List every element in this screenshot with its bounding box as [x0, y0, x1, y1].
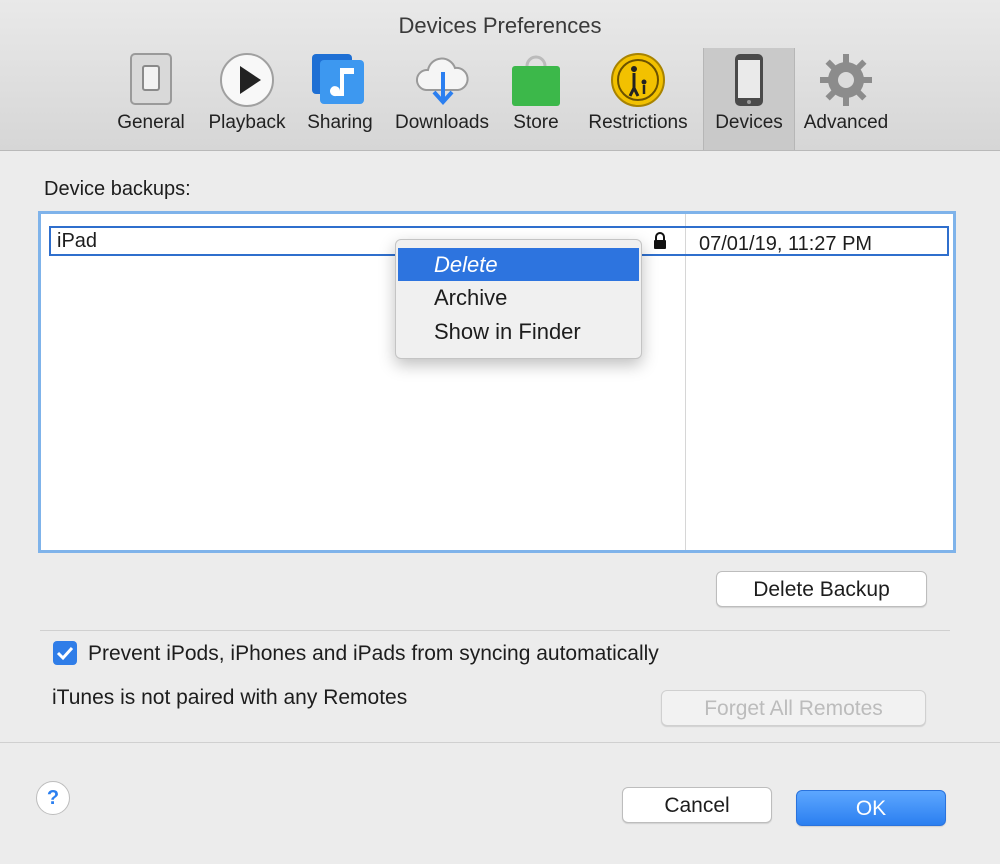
parental-icon	[611, 53, 665, 107]
menu-item-show-in-finder[interactable]: Show in Finder	[398, 315, 639, 348]
general-switch-icon	[130, 53, 172, 105]
cloud-download-icon	[416, 57, 469, 105]
phone-icon	[735, 54, 763, 106]
tab-devices[interactable]: Devices	[703, 48, 795, 150]
tab-downloads[interactable]: Downloads	[388, 48, 496, 150]
device-backups-label: Device backups:	[44, 178, 191, 200]
play-icon	[220, 53, 274, 107]
tab-store[interactable]: Store	[505, 48, 567, 150]
tab-sharing[interactable]: Sharing	[299, 48, 381, 150]
checkmark-icon	[56, 646, 74, 661]
tab-label: Advanced	[803, 112, 889, 133]
gear-icon	[820, 54, 872, 106]
forget-all-remotes-button[interactable]: Forget All Remotes	[661, 690, 926, 726]
tab-label: Downloads	[395, 112, 489, 133]
tab-label: Restrictions	[588, 112, 688, 133]
tab-playback[interactable]: Playback	[201, 48, 293, 150]
context-menu: Delete Archive Show in Finder	[395, 239, 642, 359]
tab-restrictions[interactable]: Restrictions	[579, 48, 697, 150]
title-bar: Devices Preferences General Playback Sha…	[0, 0, 1000, 151]
column-divider	[685, 214, 686, 550]
tab-label: General	[117, 112, 185, 133]
menu-item-delete[interactable]: Delete	[398, 248, 639, 281]
lock-icon	[654, 232, 666, 249]
ok-button[interactable]: OK	[796, 790, 946, 826]
remotes-status: iTunes is not paired with any Remotes	[52, 686, 408, 709]
preferences-toolbar: General Playback Sharing Downloads Store…	[105, 48, 905, 150]
section-divider	[40, 630, 950, 631]
prevent-sync-checkbox[interactable]	[53, 641, 77, 665]
tab-general[interactable]: General	[105, 48, 197, 150]
tab-advanced[interactable]: Advanced	[798, 48, 894, 150]
menu-item-archive[interactable]: Archive	[398, 281, 639, 314]
backup-device-name: iPad	[57, 230, 98, 252]
footer-divider	[0, 742, 1000, 743]
help-button[interactable]: ?	[36, 781, 70, 815]
tab-label: Store	[513, 112, 559, 133]
preferences-window: Devices Preferences General Playback Sha…	[0, 0, 1000, 864]
window-title: Devices Preferences	[398, 13, 602, 38]
music-note-icon	[312, 54, 364, 104]
delete-backup-button[interactable]: Delete Backup	[716, 571, 927, 607]
tab-label: Playback	[208, 112, 286, 133]
tab-label: Devices	[715, 112, 783, 133]
tab-label: Sharing	[307, 112, 373, 133]
backup-date: 07/01/19, 11:27 PM	[699, 233, 873, 255]
prevent-sync-label: Prevent iPods, iPhones and iPads from sy…	[88, 642, 659, 665]
cancel-button[interactable]: Cancel	[622, 787, 772, 823]
shopping-bag-icon	[512, 55, 560, 106]
